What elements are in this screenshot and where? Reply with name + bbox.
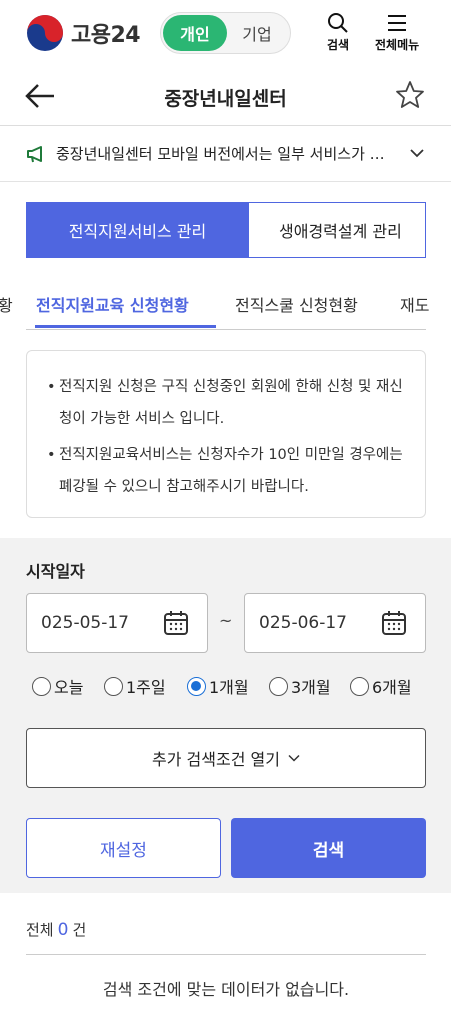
sub-tab-indicator — [35, 325, 216, 328]
start-date-value: 025-05-17 — [41, 613, 129, 633]
result-count: 전체 0 건 — [26, 919, 86, 940]
radio-1week[interactable]: 1주일 — [104, 674, 166, 698]
result-total-count: 0 — [57, 920, 69, 940]
main-tabs: 전직지원서비스 관리 생애경력설계 관리 — [26, 202, 426, 258]
radio-label: 1주일 — [126, 678, 166, 697]
reset-button[interactable]: 재설정 — [26, 818, 221, 878]
sub-tab-divider — [26, 329, 426, 330]
sub-tab-school[interactable]: 전직스쿨 신청현황 — [235, 292, 358, 316]
info-box: 전직지원 신청은 구직 신청중인 회원에 한해 신청 및 재신청이 가능한 서비… — [26, 350, 426, 518]
logo[interactable]: 고용24 — [26, 14, 141, 52]
more-conditions-button[interactable]: 추가 검색조건 열기 — [26, 728, 426, 788]
radio-6month[interactable]: 6개월 — [350, 674, 412, 698]
taegeuk-logo-icon — [27, 15, 63, 51]
radio-label: 6개월 — [372, 678, 412, 697]
search-button[interactable]: 검색 — [231, 818, 426, 878]
radio-label: 3개월 — [291, 678, 331, 697]
top-bar: 고용24 개인 기업 검색 전체메뉴 — [0, 0, 451, 68]
header-search-button[interactable]: 검색 — [327, 12, 349, 53]
more-conditions-label: 추가 검색조건 열기 — [152, 750, 280, 769]
radio-circle[interactable] — [350, 676, 369, 696]
megaphone-icon — [27, 146, 42, 163]
notice-bar[interactable]: 중장년내일센터 모바일 버전에서는 일부 서비스가 제한될 수 있습니다. — [0, 126, 451, 182]
end-date-field[interactable]: 025-06-17 — [244, 593, 426, 653]
header-menu-label: 전체메뉴 — [375, 38, 420, 52]
radio-label: 1개월 — [209, 678, 249, 697]
result-total-label: 전체 — [26, 921, 54, 939]
radio-circle[interactable] — [32, 676, 51, 696]
radio-3month[interactable]: 3개월 — [269, 674, 331, 698]
header-menu-button[interactable]: 전체메뉴 — [375, 12, 419, 53]
favorite-star-icon[interactable] — [395, 80, 425, 110]
search-area: 시작일자 025-05-17 ~ 025-06-17 오늘 1주일 1개월 3개… — [0, 538, 451, 893]
calendar-icon[interactable] — [163, 610, 189, 636]
chevron-down-icon[interactable] — [410, 148, 424, 158]
result-unit: 건 — [72, 921, 87, 939]
title-bar: 중장년내일센터 — [0, 68, 451, 126]
radio-1month[interactable]: 1개월 — [187, 674, 249, 698]
search-icon — [328, 13, 348, 33]
start-date-field[interactable]: 025-05-17 — [26, 593, 208, 653]
toggle-company[interactable]: 기업 — [225, 15, 289, 51]
radio-circle[interactable] — [187, 676, 206, 696]
radio-label: 오늘 — [54, 678, 84, 697]
period-radio-group: 오늘 1주일 1개월 3개월 6개월 — [32, 674, 432, 698]
info-item: 전직지원 신청은 구직 신청중인 회원에 한해 신청 및 재신청이 가능한 서비… — [47, 371, 405, 435]
empty-message: 검색 조건에 맞는 데이터가 없습니다. — [102, 980, 350, 999]
sub-tabs: 황 전직지원교육 신청현황 전직스쿨 신청현황 재도 — [0, 278, 451, 330]
member-type-toggle: 개인 기업 — [160, 12, 291, 54]
radio-circle[interactable] — [269, 676, 288, 696]
start-date-label: 시작일자 — [26, 562, 85, 581]
header-search-label: 검색 — [327, 38, 350, 52]
sub-tab-education[interactable]: 전직지원교육 신청현황 — [36, 292, 189, 316]
hamburger-icon — [388, 15, 407, 31]
result-divider — [26, 954, 426, 955]
info-item: 전직지원교육서비스는 신청자수가 10인 미만일 경우에는 폐강될 수 있으니 … — [47, 439, 405, 503]
tab-outplacement-service[interactable]: 전직지원서비스 관리 — [26, 202, 249, 258]
tab-career-design[interactable]: 생애경력설계 관리 — [249, 202, 426, 258]
notice-text: 중장년내일센터 모바일 버전에서는 일부 서비스가 제한될 수 있습니다. — [56, 145, 396, 163]
logo-text: 고용24 — [71, 23, 141, 48]
sub-tab-prev[interactable]: 황 — [0, 292, 13, 316]
sub-tab-next[interactable]: 재도 — [400, 292, 429, 316]
radio-today[interactable]: 오늘 — [32, 674, 83, 698]
radio-circle[interactable] — [104, 676, 123, 696]
chevron-down-icon — [288, 754, 300, 762]
page-title: 중장년내일센터 — [164, 88, 287, 110]
toggle-personal[interactable]: 개인 — [163, 15, 227, 51]
date-separator: ~ — [219, 611, 233, 630]
calendar-icon[interactable] — [381, 610, 407, 636]
end-date-value: 025-06-17 — [259, 613, 347, 633]
